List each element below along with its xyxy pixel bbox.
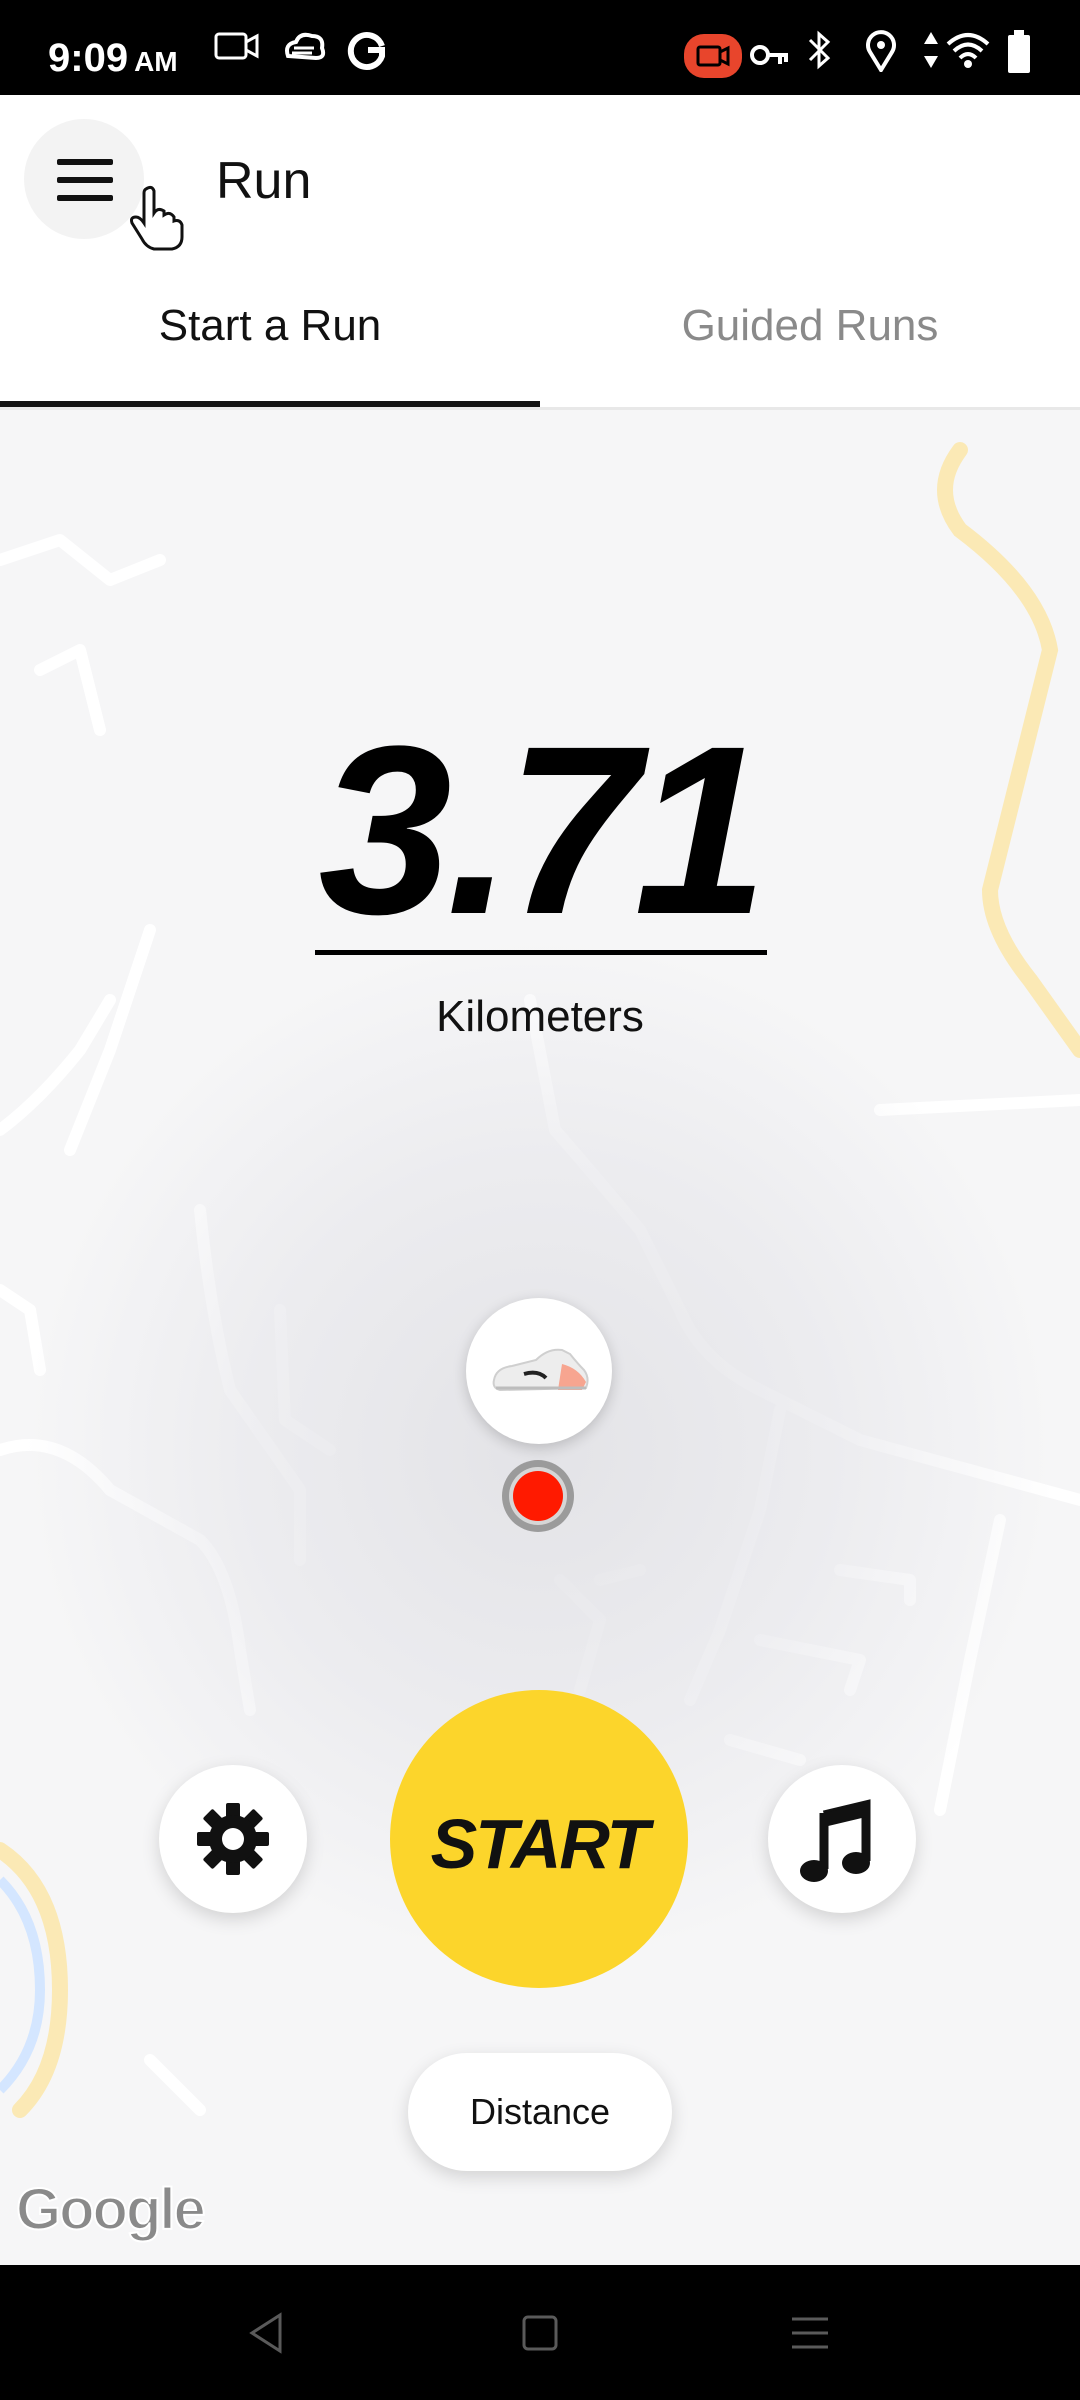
tab-start-a-run[interactable]: Start a Run (0, 301, 540, 351)
settings-button[interactable] (159, 1765, 307, 1913)
home-icon[interactable] (520, 2313, 560, 2353)
location-icon (866, 30, 896, 72)
start-button-label: START (430, 1805, 650, 1883)
wifi-icon (946, 33, 990, 68)
current-location-dot (502, 1460, 574, 1532)
start-button[interactable]: START (390, 1690, 688, 1988)
shoe-button[interactable] (466, 1298, 612, 1444)
status-time: 9:09 AM (48, 36, 178, 81)
music-note-icon (800, 1799, 871, 1882)
shoe-icon (492, 1348, 589, 1392)
map-view[interactable]: 3.71 Kilometers START Distance Google (0, 410, 1080, 2265)
gear-icon (197, 1803, 269, 1875)
vpn-key-icon (750, 45, 788, 65)
tab-bar: Start a Run Guided Runs (0, 265, 1080, 410)
screen-record-icon (684, 34, 742, 78)
data-arrows-icon (924, 32, 938, 68)
status-bar: 9:09 AM (0, 0, 1080, 95)
google-icon (347, 32, 385, 70)
video-icon (214, 32, 259, 60)
menu-button[interactable] (24, 119, 144, 239)
status-time-ampm: AM (134, 46, 178, 77)
status-time-value: 9:09 (48, 36, 129, 80)
app-bar: Run (0, 95, 1080, 265)
hand-cursor-icon (130, 185, 184, 251)
recents-icon[interactable] (790, 2313, 830, 2353)
navigation-bar (0, 2265, 1080, 2400)
battery-icon (1008, 30, 1030, 73)
goal-distance-underline (315, 950, 767, 955)
bluetooth-icon (808, 30, 831, 70)
goal-type-button[interactable]: Distance (408, 2053, 672, 2171)
music-button[interactable] (768, 1765, 916, 1913)
page-title: Run (216, 152, 312, 210)
goal-distance-value[interactable]: 3.71 (0, 710, 1080, 950)
tab-guided-runs[interactable]: Guided Runs (540, 301, 1080, 351)
goal-type-label: Distance (469, 2091, 611, 2132)
google-logo: Google (15, 2176, 207, 2243)
goal-distance-unit: Kilometers (436, 992, 644, 1041)
back-icon[interactable] (246, 2311, 286, 2355)
cloud-icon (285, 32, 326, 61)
